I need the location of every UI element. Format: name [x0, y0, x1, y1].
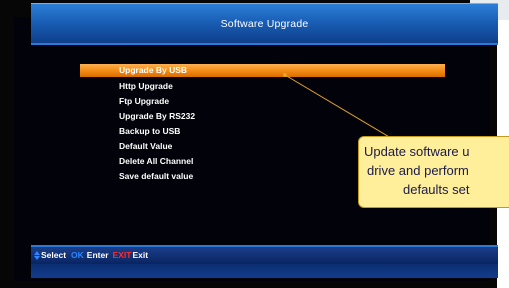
menu-item-upgrade-by-usb[interactable]: Upgrade By USB	[80, 64, 445, 77]
menu-item-ftp-upgrade[interactable]: Ftp Upgrade	[80, 95, 445, 108]
up-down-arrow-icon	[34, 251, 40, 260]
menu-item-http-upgrade[interactable]: Http Upgrade	[80, 80, 445, 93]
bottom-bar	[31, 264, 498, 278]
ok-key-label: OK	[71, 250, 84, 260]
callout-line-2: drive and perform	[367, 163, 469, 178]
exit-key-label: EXIT	[112, 250, 132, 260]
menu-item-upgrade-by-rs232[interactable]: Upgrade By RS232	[80, 110, 445, 123]
enter-hint: Enter	[86, 250, 109, 260]
key-hint-bar: Select OK Enter EXIT Exit	[31, 247, 498, 264]
callout-line-3: defaults set	[403, 182, 470, 197]
exit-hint: Exit	[132, 250, 149, 260]
select-hint: Select	[41, 250, 67, 260]
callout-box: Update software u drive and perform defa…	[358, 136, 509, 208]
callout-line-1: Update software u	[364, 144, 470, 159]
